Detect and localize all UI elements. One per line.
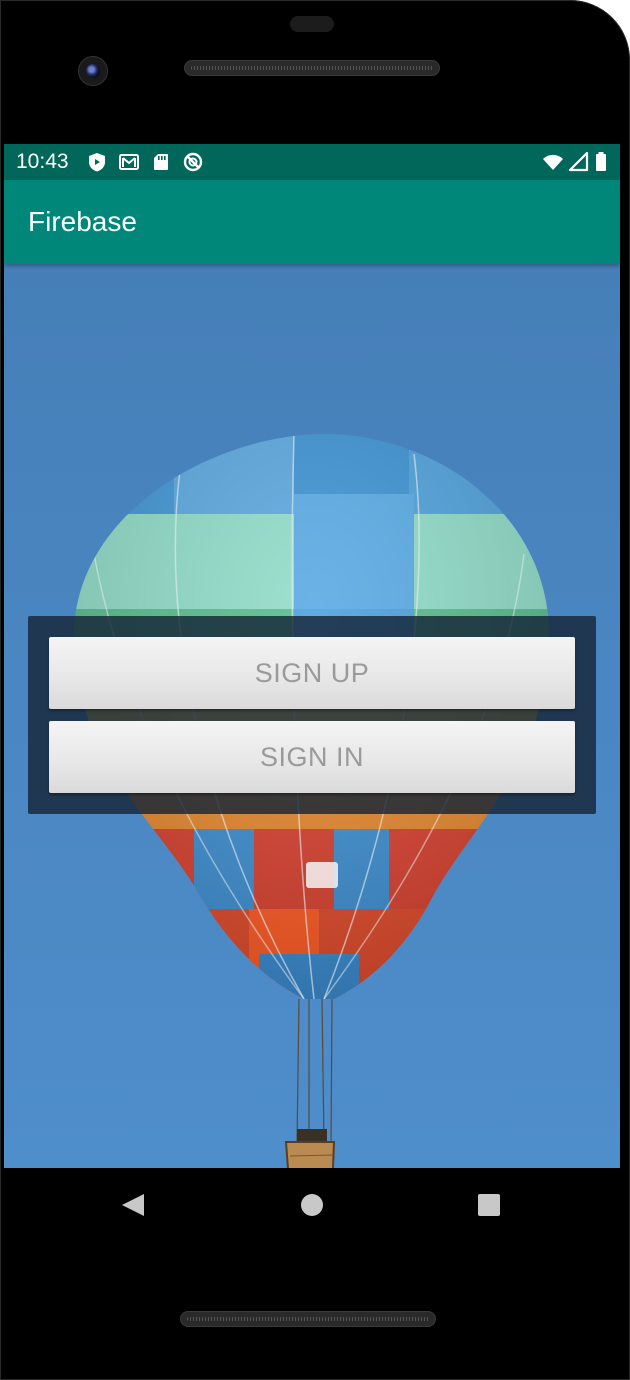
device-screen: 10:43 Firebase SIGN UP SIGN IN: [4, 144, 620, 1168]
content-area: SIGN UP SIGN IN: [4, 264, 620, 1168]
home-icon[interactable]: [297, 1190, 327, 1220]
app-title: Firebase: [28, 206, 137, 237]
earpiece-speaker: [184, 60, 440, 76]
back-icon[interactable]: [118, 1190, 148, 1220]
shield-icon: [86, 151, 108, 173]
notification-icons: [86, 151, 204, 173]
cell-signal-icon: [568, 151, 590, 173]
sign-in-button[interactable]: SIGN IN: [49, 721, 575, 793]
front-camera: [78, 56, 108, 86]
wifi-icon: [542, 151, 564, 173]
status-time: 10:43: [16, 150, 69, 173]
navigation-bar: [0, 1168, 630, 1240]
sign-up-button[interactable]: SIGN UP: [49, 637, 575, 709]
app-toolbar: Firebase: [4, 180, 620, 264]
auth-button-panel: SIGN UP SIGN IN: [28, 616, 596, 814]
device-frame: 10:43 Firebase SIGN UP SIGN IN: [0, 0, 630, 1380]
battery-icon: [594, 151, 608, 173]
sd-card-icon: [150, 151, 172, 173]
status-bar: 10:43: [4, 144, 620, 180]
system-icons: [542, 151, 608, 173]
bottom-speaker: [180, 1311, 436, 1327]
top-notch: [290, 16, 334, 32]
gmail-icon: [118, 151, 140, 173]
do-not-disturb-icon: [182, 151, 204, 173]
recents-icon[interactable]: [474, 1190, 504, 1220]
